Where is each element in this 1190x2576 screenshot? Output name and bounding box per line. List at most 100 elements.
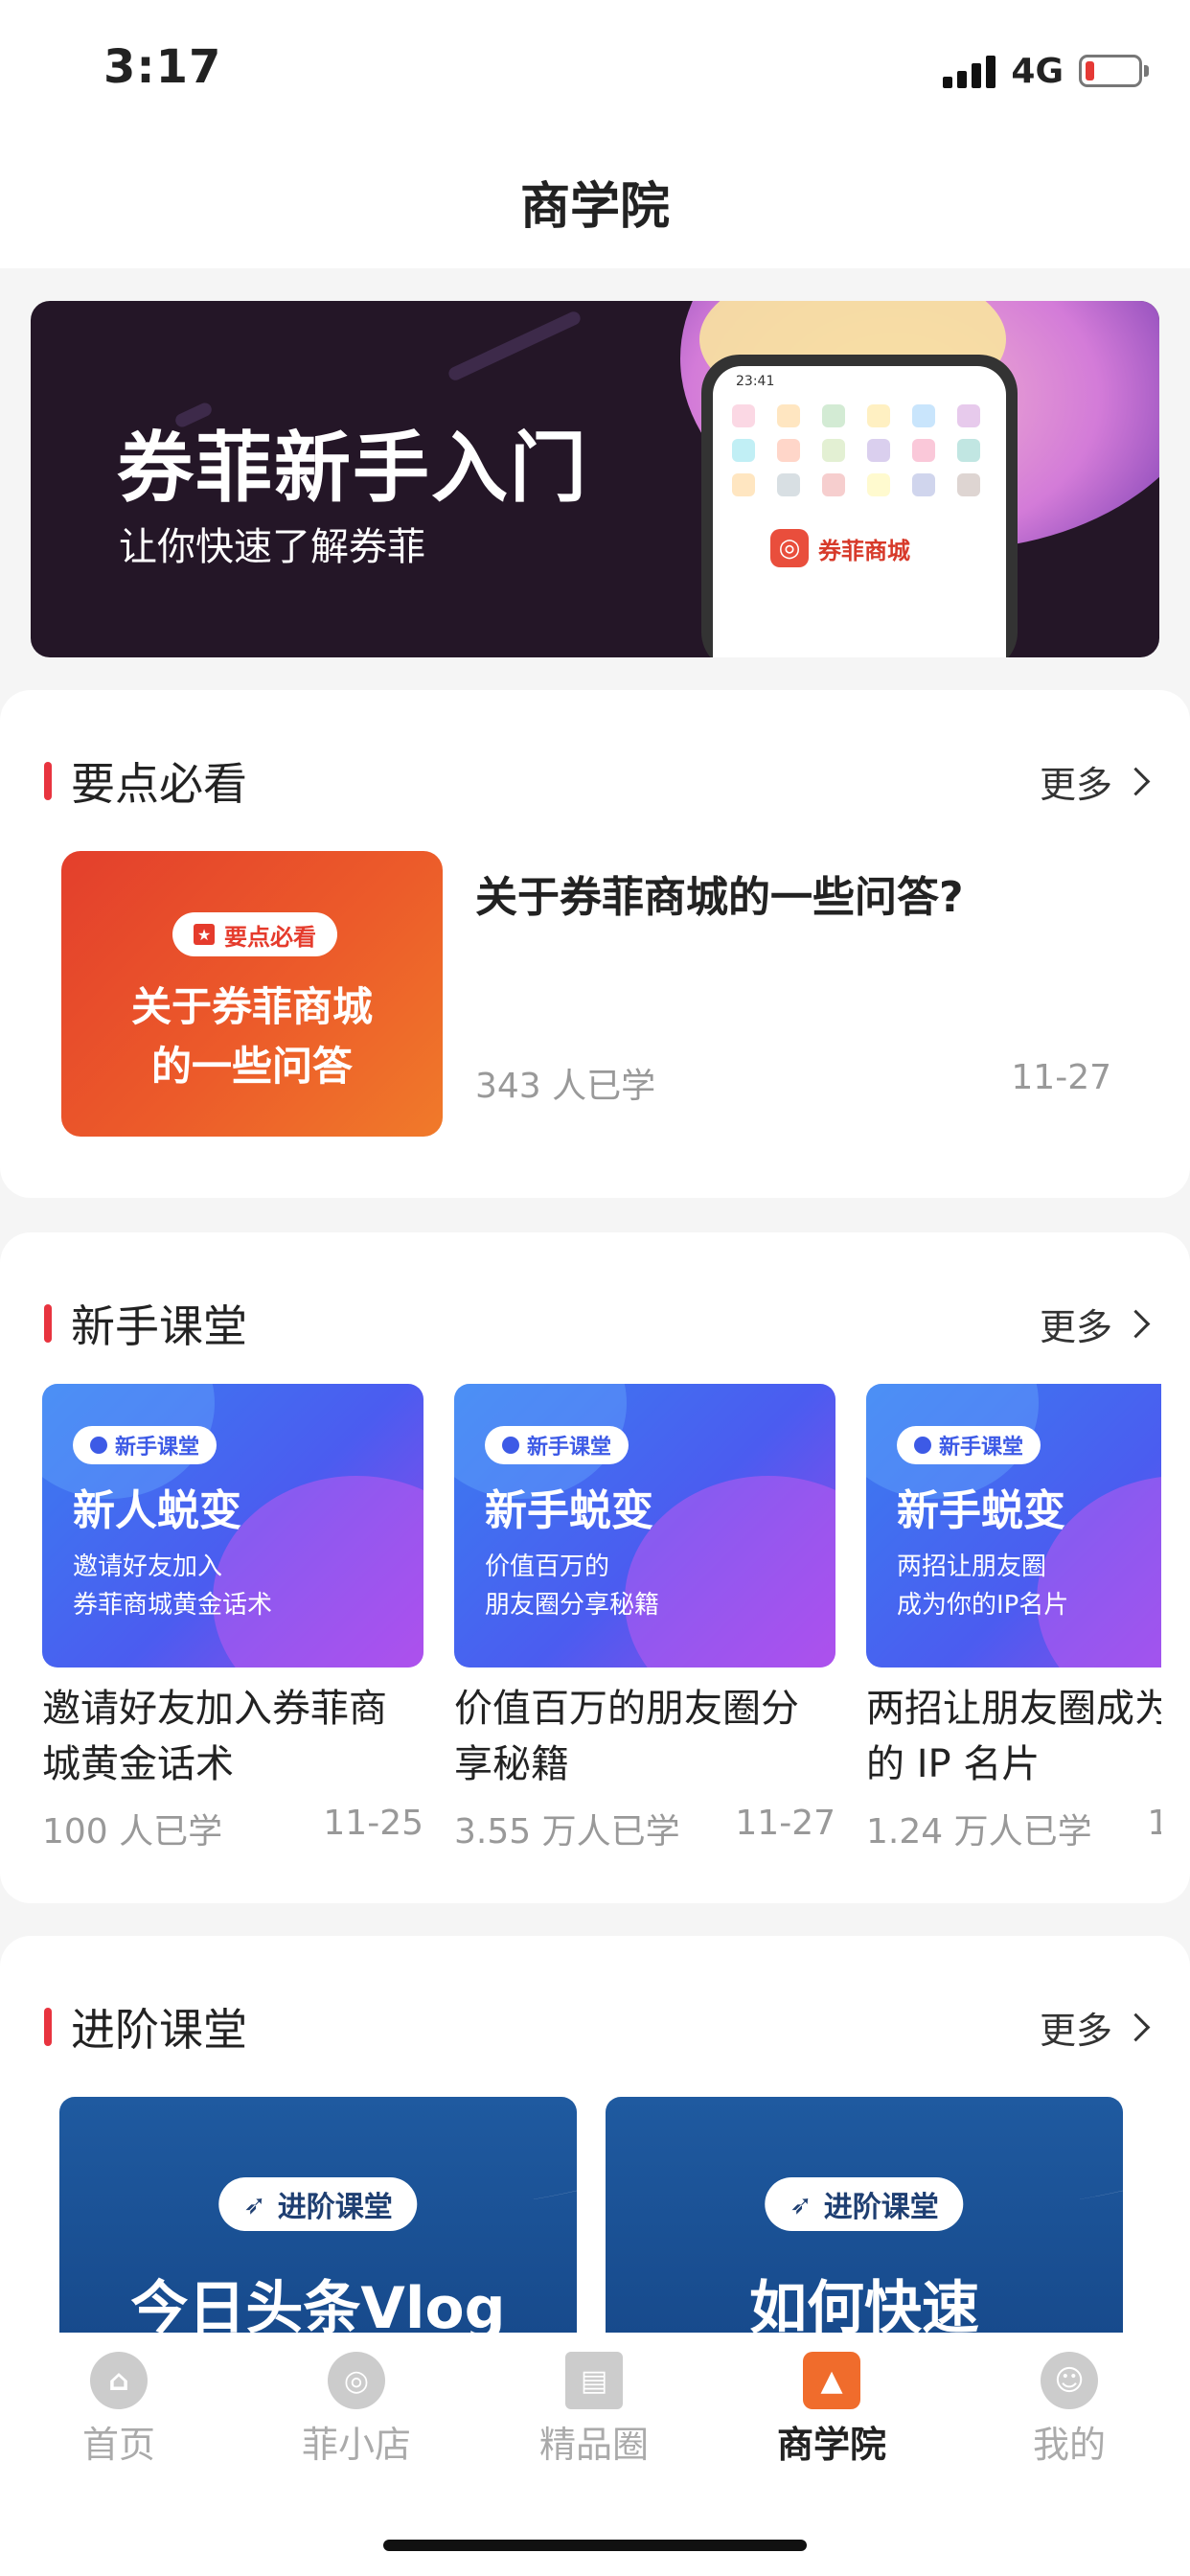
rocket-icon: ➶ bbox=[790, 2188, 812, 2220]
course-card[interactable]: 新手课堂 新手蜕变 两招让朋友圈 成为你的IP名片 两招让朋友圈成为你的 IP … bbox=[866, 1384, 1161, 1853]
course-thumbnail: 新手课堂 新手蜕变 价值百万的 朋友圈分享秘籍 bbox=[454, 1384, 835, 1668]
advanced-header: 进阶课堂 bbox=[44, 1995, 247, 2058]
tab-profile[interactable]: ☺ 我的 bbox=[973, 2352, 1165, 2468]
graduation-cap-icon: ▲ bbox=[803, 2352, 860, 2409]
featured-thumb-title: 关于券菲商城 的一些问答 bbox=[61, 978, 443, 1096]
home-icon: ⌂ bbox=[90, 2352, 148, 2409]
course-learners: 100 人已学 bbox=[42, 1812, 223, 1852]
course-thumbnail: 新手课堂 新人蜕变 邀请好友加入 券菲商城黄金话术 bbox=[42, 1384, 423, 1668]
chevron-right-icon bbox=[1121, 767, 1151, 796]
course-title: 价值百万的朋友圈分享秘籍 bbox=[454, 1687, 799, 1786]
course-thumb-line: 券菲商城黄金话术 bbox=[73, 1591, 273, 1620]
banner-subtitle: 让你快速了解券菲 bbox=[119, 525, 425, 569]
course-thumb-line: 两招让朋友圈 bbox=[897, 1552, 1047, 1581]
course-thumb-heading: 新手蜕变 bbox=[897, 1486, 1065, 1535]
person-icon bbox=[914, 1437, 931, 1454]
course-thumbnail: 新手课堂 新手蜕变 两招让朋友圈 成为你的IP名片 bbox=[866, 1384, 1161, 1668]
course-thumb-heading: 新手蜕变 bbox=[485, 1486, 653, 1535]
advanced-tag: ➶ 进阶课堂 bbox=[218, 2177, 418, 2231]
section-accent-bar bbox=[44, 762, 52, 800]
section-accent-bar bbox=[44, 2008, 52, 2046]
featured-learners: 343 人已学 bbox=[475, 1067, 656, 1106]
status-time: 3:17 bbox=[103, 40, 222, 94]
profile-icon: ☺ bbox=[1041, 2352, 1098, 2409]
phone-app-logo: ◎ 券菲商城 bbox=[770, 529, 910, 567]
home-indicator bbox=[383, 2540, 807, 2551]
course-tag-label: 新手课堂 bbox=[939, 1436, 1024, 1460]
tab-home[interactable]: ⌂ 首页 bbox=[23, 2352, 215, 2468]
beginner-more-button[interactable]: 更多 bbox=[1039, 1298, 1151, 1350]
more-label: 更多 bbox=[1039, 1306, 1112, 1348]
course-meta: 1.24 万人已学 11-27 bbox=[866, 1804, 1161, 1853]
section-title: 新手课堂 bbox=[71, 1300, 247, 1352]
course-tag: 新手课堂 bbox=[897, 1426, 1041, 1464]
shop-icon: ◎ bbox=[328, 2352, 385, 2409]
course-thumb-line: 邀请好友加入 bbox=[73, 1552, 223, 1581]
tab-academy[interactable]: ▲ 商学院 bbox=[736, 2352, 927, 2468]
advanced-tag-label: 进阶课堂 bbox=[823, 2191, 939, 2224]
course-tag-label: 新手课堂 bbox=[115, 1436, 200, 1460]
network-type: 4G bbox=[1011, 51, 1064, 91]
course-title: 两招让朋友圈成为你的 IP 名片 bbox=[866, 1687, 1161, 1786]
course-date: 11-27 bbox=[1147, 1804, 1161, 1843]
more-label: 更多 bbox=[1039, 2010, 1112, 2052]
snail-logo-icon: ◎ bbox=[770, 529, 809, 567]
course-title: 邀请好友加入券菲商城黄金话术 bbox=[42, 1687, 387, 1786]
promo-banner[interactable]: 券菲新手入门 让你快速了解券菲 23:41 ◎ 券菲商城 bbox=[31, 301, 1159, 657]
battery-icon bbox=[1079, 55, 1149, 87]
beginner-header: 新手课堂 bbox=[44, 1292, 247, 1355]
tab-label: 精品圈 bbox=[538, 2424, 649, 2466]
phone-app-name: 券菲商城 bbox=[818, 537, 910, 564]
course-tag: 新手课堂 bbox=[73, 1426, 217, 1464]
course-meta: 100 人已学 11-25 bbox=[42, 1804, 423, 1853]
course-card[interactable]: 新手课堂 新人蜕变 邀请好友加入 券菲商城黄金话术 邀请好友加入券菲商城黄金话术… bbox=[42, 1384, 423, 1853]
chevron-right-icon bbox=[1121, 2012, 1151, 2042]
featured-tag: ★ 要点必看 bbox=[172, 912, 337, 956]
course-thumb-line: 朋友圈分享秘籍 bbox=[485, 1591, 660, 1620]
tab-shop[interactable]: ◎ 菲小店 bbox=[261, 2352, 452, 2468]
advanced-tag-label: 进阶课堂 bbox=[277, 2191, 393, 2224]
course-thumb-heading: 新人蜕变 bbox=[73, 1486, 241, 1535]
course-tag: 新手课堂 bbox=[485, 1426, 629, 1464]
tab-circle[interactable]: ▤ 精品圈 bbox=[498, 2352, 690, 2468]
banner-stripe bbox=[446, 309, 583, 383]
featured-date: 11-27 bbox=[1011, 1058, 1111, 1097]
course-card[interactable]: 新手课堂 新手蜕变 价值百万的 朋友圈分享秘籍 价值百万的朋友圈分享秘籍 3.5… bbox=[454, 1384, 835, 1853]
course-thumb-line: 成为你的IP名片 bbox=[897, 1591, 1069, 1620]
course-learners: 3.55 万人已学 bbox=[454, 1812, 680, 1852]
featured-course-thumbnail[interactable]: ★ 要点必看 关于券菲商城 的一些问答 bbox=[61, 851, 443, 1137]
page-title: 商学院 bbox=[519, 177, 670, 236]
featured-course-title[interactable]: 关于券菲商城的一些问答? bbox=[475, 862, 964, 924]
tab-label: 首页 bbox=[81, 2424, 155, 2466]
phone-time: 23:41 bbox=[736, 374, 775, 389]
person-icon bbox=[90, 1437, 107, 1454]
nav-bar: 商学院 bbox=[0, 134, 1190, 268]
course-thumb-line: 价值百万的 bbox=[485, 1552, 610, 1581]
status-bar: 3:17 4G bbox=[0, 0, 1190, 134]
banner-title: 券菲新手入门 bbox=[117, 424, 588, 513]
key-points-more-button[interactable]: 更多 bbox=[1039, 755, 1151, 808]
tab-label: 我的 bbox=[1032, 2424, 1106, 2466]
advanced-course-heading: 如何快速 bbox=[749, 2275, 979, 2336]
tab-label: 菲小店 bbox=[301, 2424, 411, 2466]
section-accent-bar bbox=[44, 1304, 52, 1343]
phone-mockup: 23:41 ◎ 券菲商城 bbox=[701, 355, 1018, 657]
book-icon: ▤ bbox=[565, 2352, 623, 2409]
rocket-icon: ➶ bbox=[243, 2188, 266, 2220]
advanced-course-card[interactable]: ➶ 进阶课堂 今日头条Vlog bbox=[59, 2097, 577, 2336]
course-date: 11-27 bbox=[735, 1804, 835, 1843]
beginner-course-list[interactable]: 新手课堂 新人蜕变 邀请好友加入 券菲商城黄金话术 邀请好友加入券菲商城黄金话术… bbox=[42, 1384, 1161, 1882]
app-icons bbox=[732, 404, 991, 496]
advanced-course-card[interactable]: ➶ 进阶课堂 如何快速 bbox=[606, 2097, 1123, 2336]
tab-label: 商学院 bbox=[776, 2424, 886, 2466]
featured-thumb-title-line1: 关于券菲商城 bbox=[130, 983, 373, 1030]
star-icon: ★ bbox=[194, 924, 215, 945]
advanced-more-button[interactable]: 更多 bbox=[1039, 2001, 1151, 2054]
course-meta: 3.55 万人已学 11-27 bbox=[454, 1804, 835, 1853]
featured-thumb-title-line2: 的一些问答 bbox=[150, 1043, 353, 1090]
featured-tag-label: 要点必看 bbox=[224, 923, 316, 951]
status-indicators: 4G bbox=[943, 51, 1149, 91]
course-learners: 1.24 万人已学 bbox=[866, 1812, 1092, 1852]
advanced-tag: ➶ 进阶课堂 bbox=[765, 2177, 964, 2231]
more-label: 更多 bbox=[1039, 764, 1112, 806]
